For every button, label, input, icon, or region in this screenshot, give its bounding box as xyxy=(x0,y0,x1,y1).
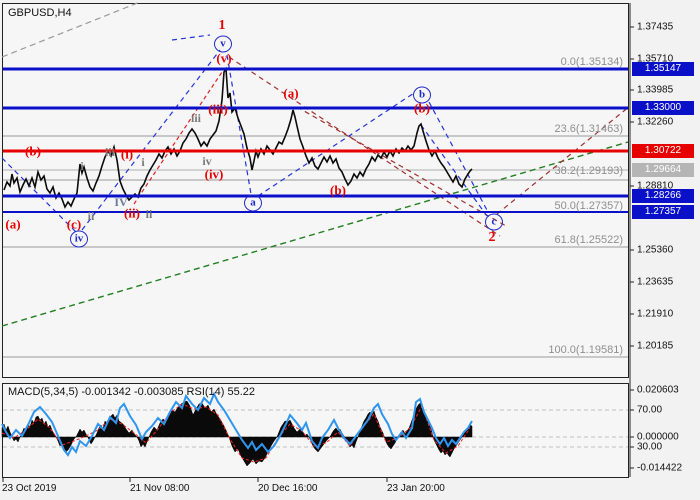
price-series xyxy=(4,69,472,207)
wave-label-red: (a) xyxy=(5,218,20,231)
wave-label-red: (b) xyxy=(330,184,346,197)
price-axis-tick: 1.33985 xyxy=(637,85,673,96)
wave-label-gray: ii xyxy=(88,210,95,222)
wave-label-circled: iv xyxy=(70,231,88,248)
indicator-axis-tick: 30.00 xyxy=(637,442,662,453)
time-axis-label: 20 Dec 16:00 xyxy=(258,483,318,494)
price-axis-tick: 1.25360 xyxy=(637,245,673,256)
wave-label-red: 1 xyxy=(219,19,226,33)
indicator-axis-tick: 0.020603 xyxy=(637,385,679,396)
price-axis-tick: 1.21910 xyxy=(637,309,673,320)
wave-label-red: 2 xyxy=(489,231,496,245)
time-axis-label: 23 Jan 20:00 xyxy=(387,483,445,494)
support-resistance-lines[interactable] xyxy=(3,69,628,212)
indicator-label: MACD(5,34,5) -0.001342 -0.003085 RSI(14)… xyxy=(8,386,255,398)
wave-label-circled: v xyxy=(214,36,232,53)
wave-label-circled: c xyxy=(485,214,503,231)
wave-label-gray: iii xyxy=(191,112,201,124)
symbol-label: GBPUSD,H4 xyxy=(8,7,72,19)
indicator-axis-tick: 70.00 xyxy=(637,405,662,416)
wave-label-red: (a) xyxy=(283,87,298,100)
wave-label-circled: a xyxy=(244,195,262,212)
price-axis-tick: 1.37435 xyxy=(637,22,673,33)
impulse-line[interactable] xyxy=(134,72,222,204)
fibonacci-label: 61.8(1.25522) xyxy=(555,234,624,246)
fibonacci-label: 0.0(1.35134) xyxy=(561,56,623,68)
price-level-badge: 1.30722 xyxy=(632,144,694,158)
wave-label-gray: iv xyxy=(202,155,211,167)
wave-label-red: (iv) xyxy=(205,168,224,181)
wave-label-gray: IV xyxy=(114,196,127,208)
axis-tick-marks xyxy=(3,27,634,482)
time-axis-label: 21 Nov 08:00 xyxy=(130,483,190,494)
macd-signal-line xyxy=(2,404,470,462)
wave-label-red: (i) xyxy=(121,148,133,161)
wave-label-red: (v) xyxy=(216,52,231,65)
indicator-axis-tick: -0.014422 xyxy=(637,463,682,474)
price-axis-tick: 1.20185 xyxy=(637,341,673,352)
wave-label-gray: iii xyxy=(105,146,115,158)
wave-label-gray: i xyxy=(80,160,83,172)
price-level-badge: 1.33000 xyxy=(632,101,694,115)
price-level-badge: 1.29664 xyxy=(632,163,694,177)
wave-label-red: (c) xyxy=(67,218,81,231)
wave-label-gray: i xyxy=(141,156,144,168)
fibonacci-label: 100.0(1.19581) xyxy=(548,344,623,356)
chart-window: GBPUSD,H4 MACD(5,34,5) -0.001342 -0.0030… xyxy=(0,0,700,500)
wave-label-red: (iii) xyxy=(208,103,228,116)
time-axis-label: 23 Oct 2019 xyxy=(2,483,56,494)
fibonacci-label: 23.6(1.31463) xyxy=(555,123,624,135)
price-level-badge: 1.28266 xyxy=(632,189,694,203)
price-level-badge: 1.27357 xyxy=(632,205,694,219)
wave-label-red: (b) xyxy=(25,145,41,158)
fibonacci-label: 38.2(1.29193) xyxy=(555,165,624,177)
price-axis-tick: 1.32260 xyxy=(637,117,673,128)
chart-canvas xyxy=(0,0,700,500)
wave-label-circled: b xyxy=(413,87,431,104)
fibonacci-label: 50.0(1.27357) xyxy=(555,200,624,212)
wave-label-gray: ii xyxy=(146,208,153,220)
price-level-badge: 1.35147 xyxy=(632,62,694,76)
price-axis-tick: 1.23635 xyxy=(637,277,673,288)
